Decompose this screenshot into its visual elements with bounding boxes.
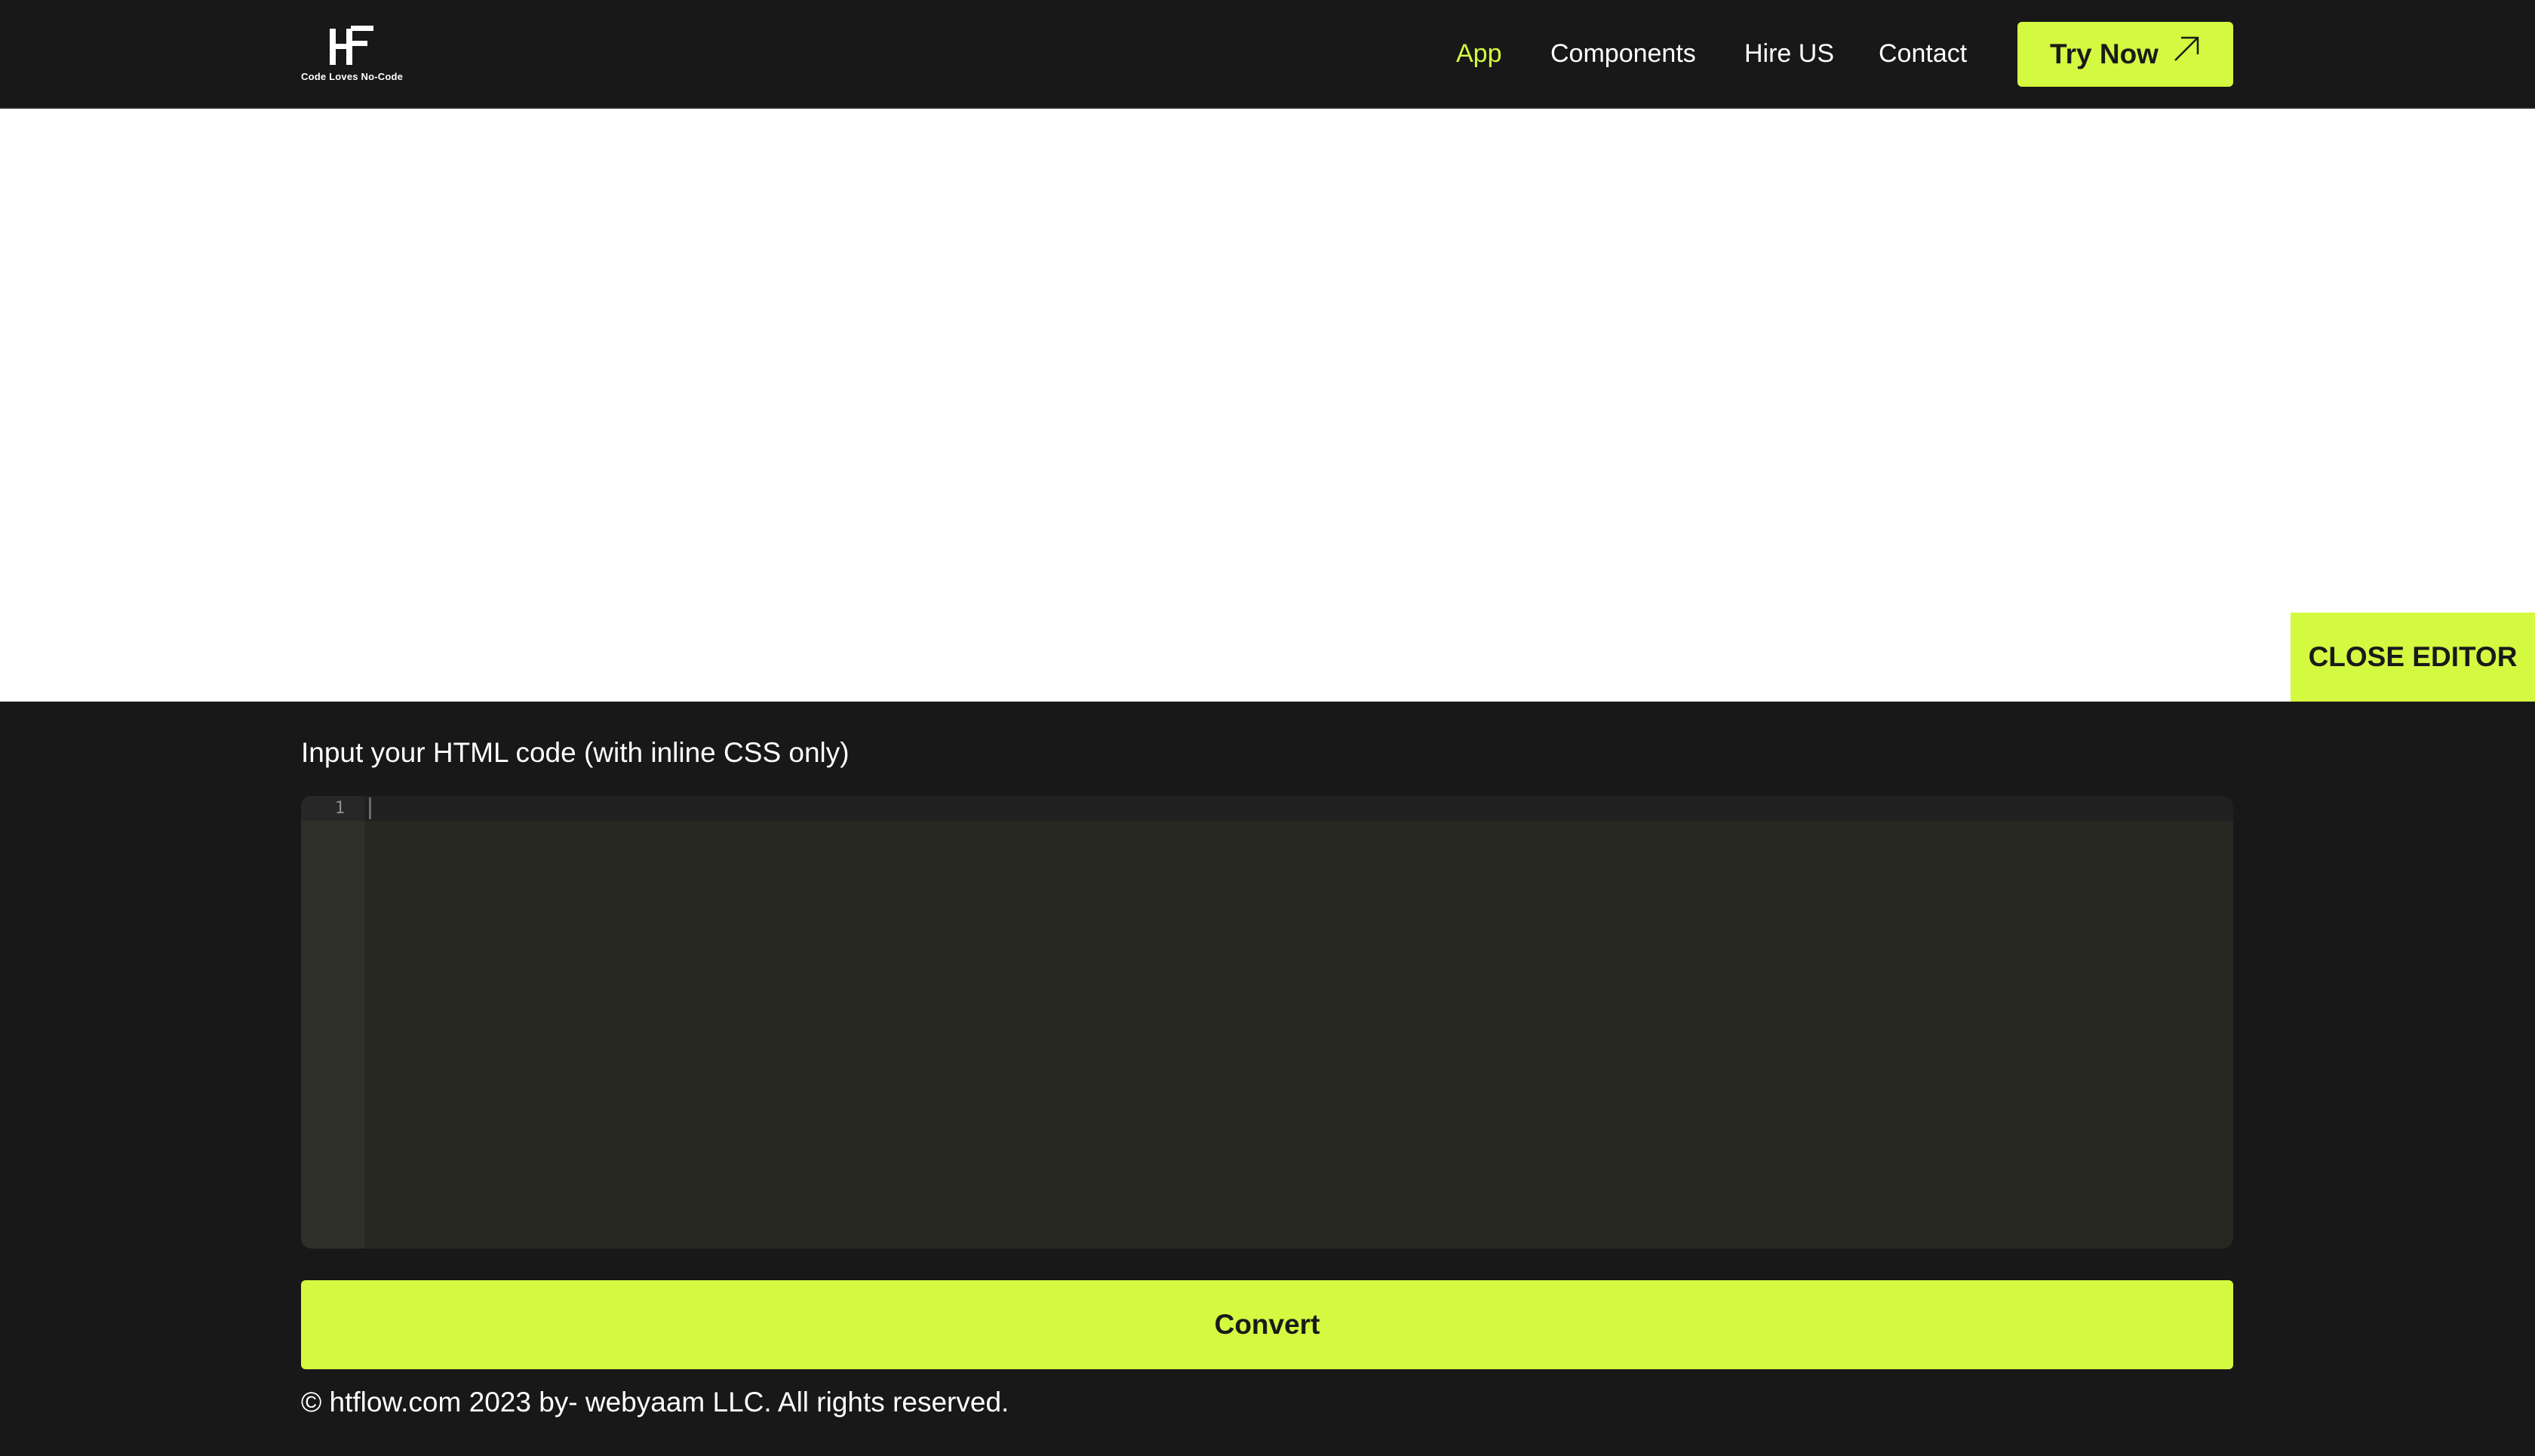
nav-link-contact[interactable]: Contact bbox=[1879, 38, 1967, 69]
close-editor-button[interactable]: CLOSE EDITOR bbox=[2291, 613, 2535, 702]
preview-area bbox=[0, 109, 2535, 702]
footer-copyright: © htflow.com 2023 by- webyaam LLC. All r… bbox=[301, 1387, 1009, 1418]
convert-label: Convert bbox=[1214, 1309, 1320, 1340]
nav-link-app[interactable]: App bbox=[1456, 38, 1502, 69]
nav-link-components[interactable]: Components bbox=[1550, 38, 1696, 69]
editor-active-line bbox=[301, 796, 2233, 821]
arrow-up-right-icon bbox=[2174, 36, 2199, 61]
text-cursor bbox=[369, 797, 371, 819]
hf-logo-icon bbox=[330, 26, 373, 65]
try-now-label: Try Now bbox=[2050, 38, 2159, 69]
top-navbar: Code Loves No-Code App Components Hire U… bbox=[0, 0, 2535, 108]
logo-tagline: Code Loves No-Code bbox=[301, 71, 404, 82]
close-editor-label: CLOSE EDITOR bbox=[2308, 641, 2518, 672]
convert-button[interactable]: Convert bbox=[301, 1280, 2233, 1369]
try-now-button[interactable]: Try Now bbox=[2017, 22, 2233, 87]
editor-gutter bbox=[301, 796, 364, 1249]
line-number: 1 bbox=[334, 799, 345, 818]
editor-label: Input your HTML code (with inline CSS on… bbox=[301, 737, 850, 768]
logo[interactable]: Code Loves No-Code bbox=[301, 23, 407, 86]
nav-link-hire-us[interactable]: Hire US bbox=[1744, 38, 1834, 69]
html-code-editor[interactable]: 1 bbox=[301, 796, 2233, 1249]
